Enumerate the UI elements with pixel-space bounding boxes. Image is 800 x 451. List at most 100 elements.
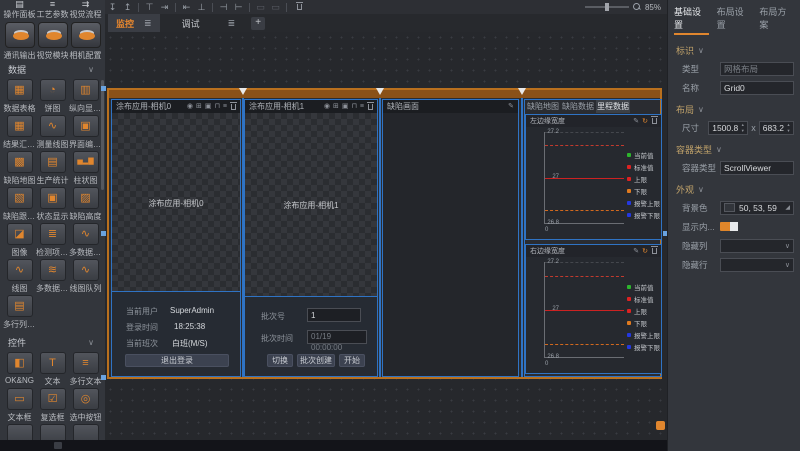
sidebar-item-bar-chart[interactable]: ▅▂▇柱状图: [69, 151, 102, 186]
design-canvas[interactable]: 涂布应用-相机0 ◉ ⊞ ▣ ⊓ ≡ 涂布应用-相机0 当前用户 SuperAd…: [105, 32, 667, 440]
refresh-icon[interactable]: ↻: [642, 247, 648, 255]
tab-menu-icon[interactable]: ≣: [228, 18, 236, 29]
start-button[interactable]: 开始: [339, 354, 365, 367]
tab-mileage-data[interactable]: 里程数据: [596, 100, 630, 113]
sidebar-item-inspection-log[interactable]: ≣检测项日志: [36, 223, 69, 258]
grid-layout-selection[interactable]: 涂布应用-相机0 ◉ ⊞ ▣ ⊓ ≡ 涂布应用-相机0 当前用户 SuperAd…: [107, 88, 662, 379]
section-container-type[interactable]: 容器类型 ∨: [668, 137, 800, 158]
panel-camera1[interactable]: 涂布应用-相机1 ◉ ⊞ ▣ ⊓ ≡ 涂布应用-相机1 批次号 批次时间 01/…: [244, 99, 378, 377]
section-header-data[interactable]: 数据 ∨: [0, 62, 100, 76]
lock-icon[interactable]: ⊓: [214, 101, 219, 113]
add-tab-button[interactable]: +: [251, 17, 265, 30]
sidebar-item-pie-chart[interactable]: ◔饼图: [36, 79, 69, 114]
tab-defect-data[interactable]: 缺陷数据: [561, 100, 595, 113]
resize-handle[interactable]: [101, 231, 106, 236]
section-header-controls[interactable]: 控件 ∨: [0, 335, 100, 349]
sidebar-item-status-display[interactable]: ▣状态显示: [36, 187, 69, 222]
sidebar-item-line-queue[interactable]: ∿线图队列: [69, 259, 102, 294]
width-stepper[interactable]: 1500.8 ▴▾: [708, 121, 748, 135]
edit-icon[interactable]: ✎: [633, 247, 639, 255]
name-field[interactable]: Grid0: [720, 81, 794, 95]
tab-layout-settings[interactable]: 布局设置: [717, 5, 752, 35]
delete-icon[interactable]: [368, 104, 373, 110]
scale-icon[interactable]: ⊞: [333, 101, 339, 113]
delete-icon[interactable]: [652, 118, 657, 124]
display-toggle[interactable]: [720, 222, 738, 231]
refresh-icon[interactable]: ↻: [642, 117, 648, 125]
sidebar-item-line-chart[interactable]: ∿线图: [3, 259, 36, 294]
sidebar-item-vision-flow[interactable]: ⇉ 视觉流程: [69, 0, 102, 20]
camera0-viewport[interactable]: 涂布应用-相机0: [112, 113, 240, 293]
sidebar-item-result-summary[interactable]: ▦结果汇总..: [3, 115, 36, 150]
logout-button[interactable]: 退出登录: [125, 354, 229, 367]
align-right-icon[interactable]: ⇥: [157, 1, 172, 14]
edit-icon[interactable]: ✎: [633, 117, 639, 125]
delete-icon[interactable]: [652, 248, 657, 254]
panel-camera0[interactable]: 涂布应用-相机0 ◉ ⊞ ▣ ⊓ ≡ 涂布应用-相机0 当前用户 SuperAd…: [111, 99, 241, 377]
sidebar-item-operation-panel[interactable]: ▤ 操作面板: [3, 0, 36, 20]
spinner-icons[interactable]: ▴▾: [785, 122, 792, 134]
sidebar-item-defect-height[interactable]: ▨缺陷高度: [69, 187, 102, 222]
align-bottom-icon[interactable]: ↧: [105, 1, 120, 14]
sidebar-item-text[interactable]: T文本: [36, 352, 69, 387]
column-marker[interactable]: [518, 88, 526, 95]
color-swatch[interactable]: [724, 203, 735, 212]
resize-handle[interactable]: [101, 86, 106, 91]
sidebar-item-checkbox[interactable]: ☑复选框: [36, 388, 69, 423]
lock-icon[interactable]: ⊓: [351, 101, 356, 113]
sidebar-item-comm-output[interactable]: 通讯输出: [3, 22, 36, 61]
batch-create-button[interactable]: 批次创建: [297, 354, 335, 367]
tab-debug[interactable]: 调试 ≣: [174, 14, 244, 32]
sidebar-item-partial[interactable]: [3, 424, 36, 440]
sidebar-item-multi-data-fold[interactable]: ∿多数据折...: [69, 223, 102, 258]
chart-right-edge-width[interactable]: 右边缘宽度 ✎ ↻ 27.2 27 26.8 0: [525, 244, 662, 374]
expand-corner-icon[interactable]: ◢: [785, 202, 790, 214]
group-icon[interactable]: ▭: [253, 1, 268, 14]
delete-icon[interactable]: [290, 1, 305, 14]
list-icon[interactable]: ≡: [223, 101, 227, 113]
tab-monitor[interactable]: 监控 ≣: [108, 14, 160, 32]
sidebar-item-partial[interactable]: [69, 424, 102, 440]
sidebar-item-partial[interactable]: [36, 424, 69, 440]
sidebar-item-image[interactable]: ◪图像: [3, 223, 36, 258]
tab-layout-scheme[interactable]: 布局方案: [759, 5, 794, 35]
chart-left-edge-width[interactable]: 左边缘宽度 ✎ ↻ 27.2 27 26.8 0: [525, 114, 662, 240]
tab-basic-settings[interactable]: 基础设置: [674, 5, 709, 35]
list-icon[interactable]: ≡: [360, 101, 364, 113]
sidebar-scrollbar[interactable]: [101, 80, 104, 190]
section-appearance[interactable]: 外观 ∨: [668, 177, 800, 198]
sidebar-item-vision-module[interactable]: 视觉模块: [36, 22, 69, 61]
visibility-icon[interactable]: ◉: [187, 101, 193, 113]
selection-anchor[interactable]: [656, 421, 665, 430]
align-top-icon[interactable]: ↥: [120, 1, 135, 14]
switch-button[interactable]: 切换: [267, 354, 293, 367]
sidebar-item-multi-row-defect[interactable]: ▤多行列缺...: [3, 295, 36, 330]
container-type-select[interactable]: ScrollViewer: [720, 161, 794, 175]
sidebar-item-defect-track[interactable]: ▧缺陷跟踪图: [3, 187, 36, 222]
sidebar-item-camera-config[interactable]: 相机配置: [69, 22, 102, 61]
panel-defect-view[interactable]: 缺陷画面 ✎: [382, 99, 519, 377]
scale-icon[interactable]: ⊞: [196, 101, 202, 113]
camera1-viewport[interactable]: 涂布应用-相机1: [245, 113, 377, 298]
sidebar-item-multi-data-line[interactable]: ≋多数据线..: [36, 259, 69, 294]
sidebar-item-process-params[interactable]: ≡ 工艺参数: [36, 0, 69, 20]
ungroup-icon[interactable]: ▭: [268, 1, 283, 14]
tab-menu-icon[interactable]: ≣: [144, 18, 152, 29]
resize-handle[interactable]: [101, 375, 106, 380]
batch-time-input[interactable]: 01/19 00:00:00: [307, 330, 367, 344]
zoom-slider-handle[interactable]: [605, 3, 609, 11]
height-stepper[interactable]: 683.2 ▴▾: [759, 121, 794, 135]
sidebar-item-defect-map[interactable]: ▩缺陷地图: [3, 151, 36, 186]
sidebar-item-textbox[interactable]: ▭文本框: [3, 388, 36, 423]
delete-icon[interactable]: [231, 104, 236, 110]
background-color-field[interactable]: 50, 53, 59 ◢: [720, 201, 794, 215]
edit-icon[interactable]: ✎: [508, 101, 514, 113]
section-layout[interactable]: 布局 ∨: [668, 97, 800, 118]
column-marker[interactable]: [376, 88, 384, 95]
sidebar-item-ui-editor[interactable]: ▣界面编辑器: [69, 115, 102, 150]
batch-number-input[interactable]: [307, 308, 361, 322]
match-height-icon[interactable]: ⊢: [231, 1, 246, 14]
copy-icon[interactable]: ▣: [205, 101, 212, 113]
hidden-rows-select[interactable]: ∨: [720, 258, 794, 272]
hidden-columns-select[interactable]: ∨: [720, 239, 794, 253]
